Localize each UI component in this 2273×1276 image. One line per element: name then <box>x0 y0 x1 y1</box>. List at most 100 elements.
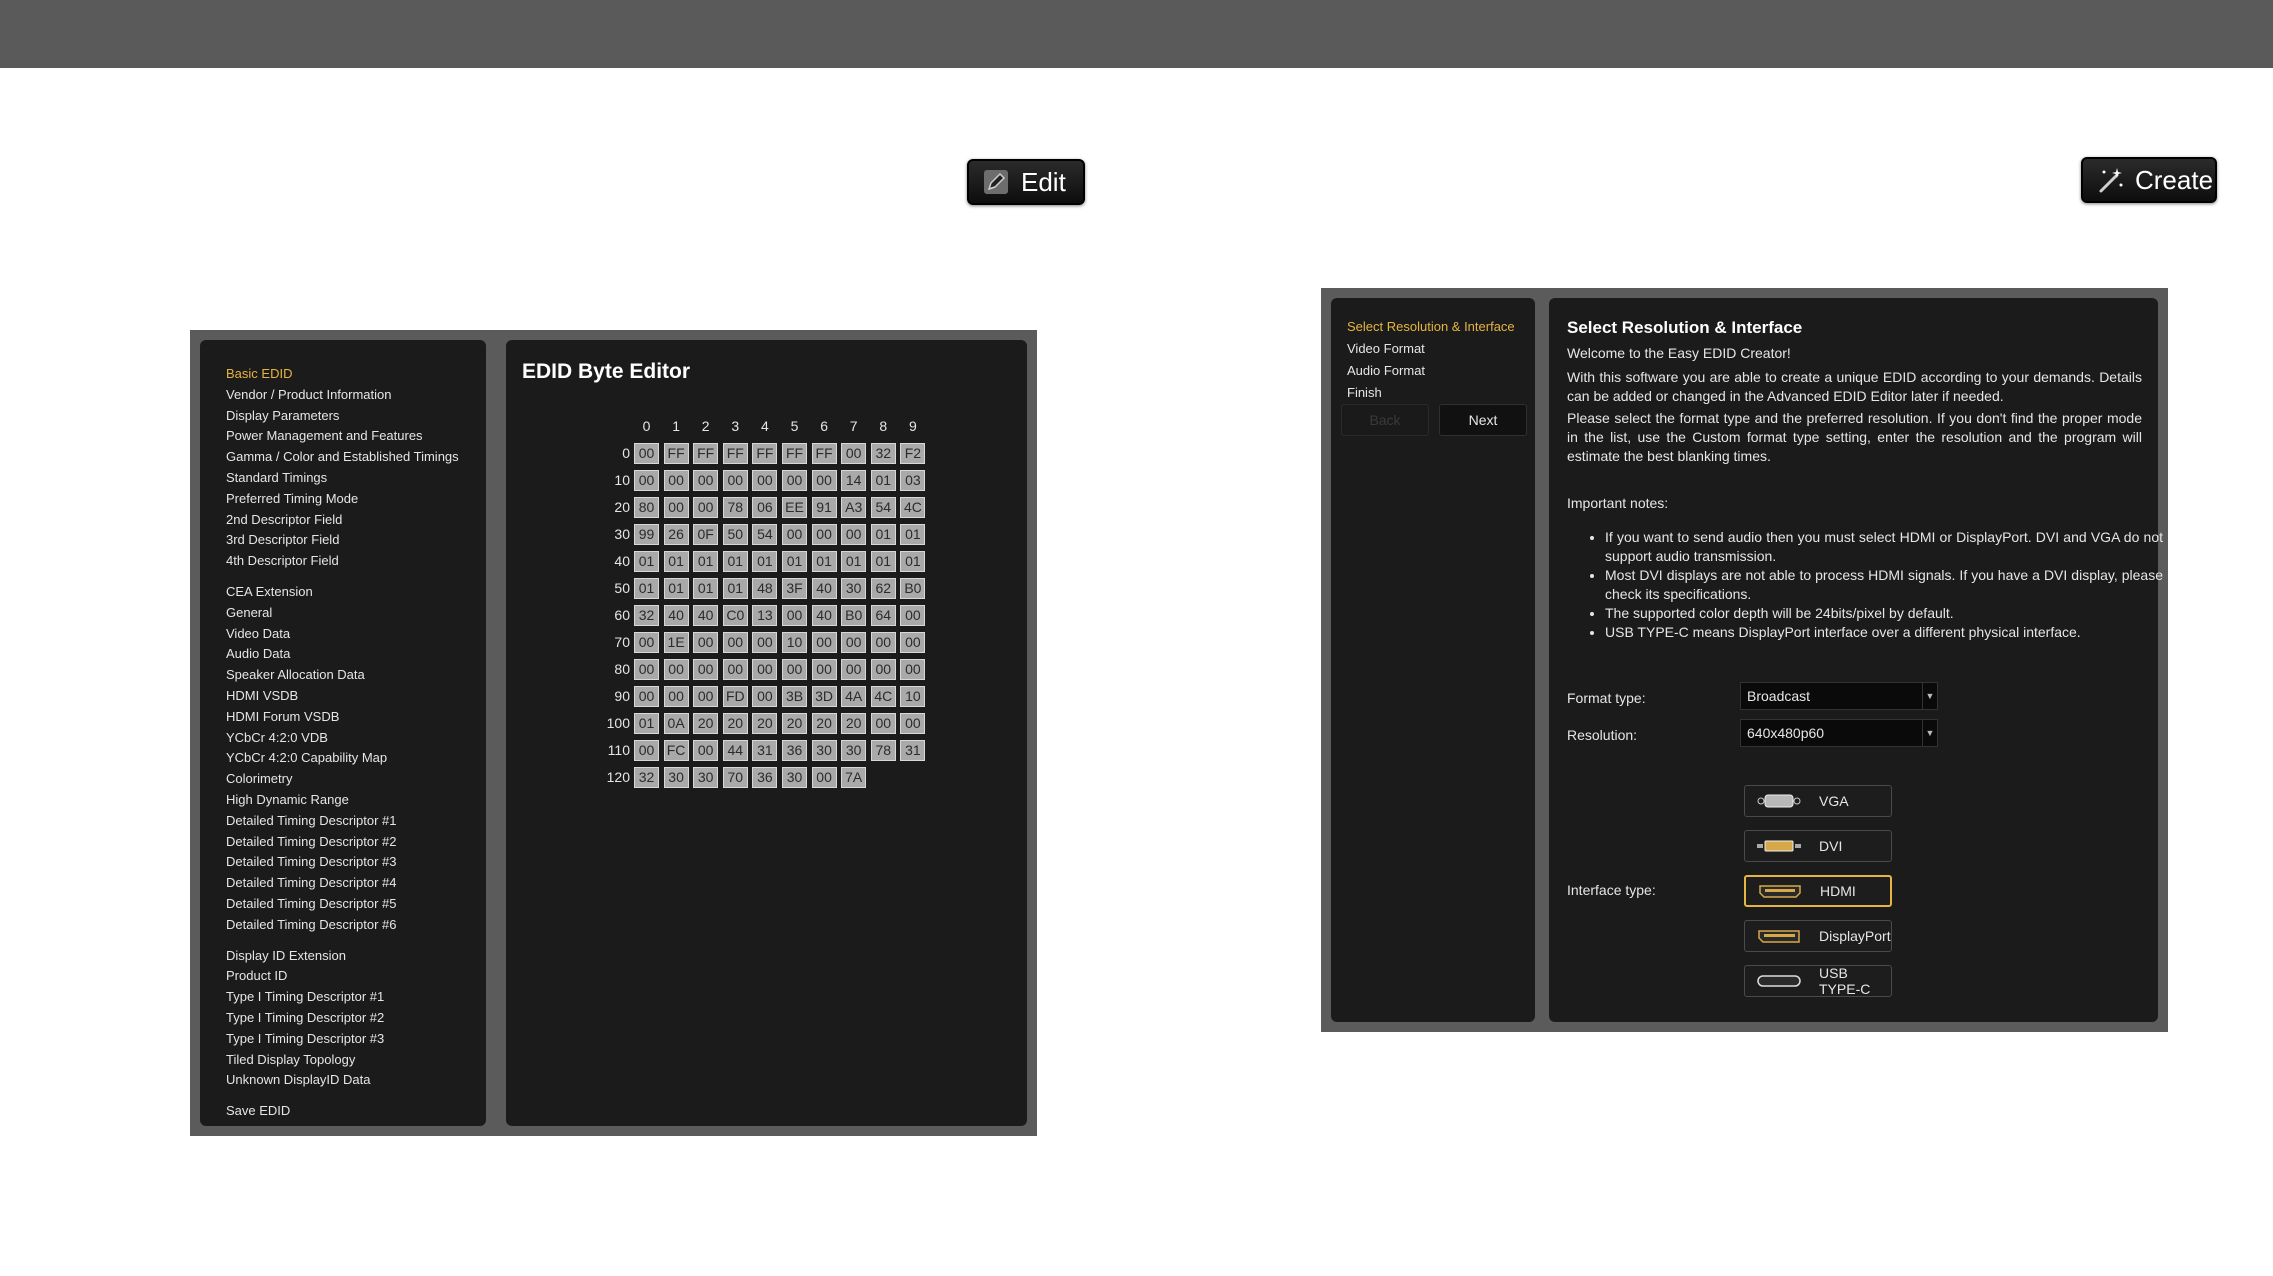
edit-button[interactable]: Edit <box>967 159 1085 205</box>
byte-cell[interactable]: 7A <box>841 767 867 788</box>
byte-cell[interactable]: 32 <box>634 767 659 788</box>
byte-cell[interactable]: C0 <box>722 605 748 626</box>
byte-cell[interactable]: 1E <box>663 632 689 653</box>
byte-cell[interactable]: 01 <box>693 551 719 572</box>
nav-item[interactable]: Gamma / Color and Established Timings <box>226 447 459 468</box>
byte-cell[interactable]: FF <box>663 443 689 464</box>
wizard-step[interactable]: Video Format <box>1347 338 1515 360</box>
create-button[interactable]: Create <box>2081 157 2217 203</box>
byte-cell[interactable]: FF <box>722 443 748 464</box>
byte-cell[interactable]: 00 <box>634 443 659 464</box>
byte-cell[interactable]: 01 <box>782 551 807 572</box>
byte-cell[interactable]: 00 <box>811 659 837 680</box>
byte-cell[interactable]: 00 <box>752 632 778 653</box>
byte-cell[interactable]: 01 <box>900 551 926 572</box>
byte-cell[interactable]: 00 <box>693 659 719 680</box>
nav-item[interactable]: Type I Timing Descriptor #3 <box>226 1029 459 1050</box>
byte-cell[interactable]: 40 <box>693 605 719 626</box>
byte-cell[interactable]: 00 <box>900 713 926 734</box>
byte-cell[interactable]: EE <box>782 497 807 518</box>
nav-item[interactable]: Colorimetry <box>226 769 459 790</box>
byte-cell[interactable]: 4C <box>900 497 926 518</box>
nav-item[interactable]: Speaker Allocation Data <box>226 665 459 686</box>
nav-item[interactable]: Video Data <box>226 624 459 645</box>
byte-cell[interactable]: 36 <box>782 740 807 761</box>
byte-cell[interactable]: 70 <box>722 767 748 788</box>
byte-cell[interactable]: 01 <box>870 524 896 545</box>
byte-cell[interactable]: 00 <box>900 659 926 680</box>
byte-cell[interactable]: 00 <box>870 659 896 680</box>
byte-cell[interactable]: 32 <box>634 605 659 626</box>
format-type-select[interactable]: Broadcast ▼ <box>1740 682 1938 710</box>
byte-cell[interactable]: FF <box>752 443 778 464</box>
byte-cell[interactable]: 31 <box>900 740 926 761</box>
byte-cell[interactable]: 03 <box>900 470 926 491</box>
nav-item[interactable]: Audio Data <box>226 644 459 665</box>
byte-cell[interactable]: 00 <box>811 632 837 653</box>
byte-cell[interactable]: 4A <box>841 686 867 707</box>
nav-item[interactable]: Type I Timing Descriptor #1 <box>226 987 459 1008</box>
nav-item[interactable]: YCbCr 4:2:0 Capability Map <box>226 748 459 769</box>
byte-cell[interactable]: 44 <box>722 740 748 761</box>
byte-cell[interactable]: 20 <box>811 713 837 734</box>
nav-item[interactable]: Detailed Timing Descriptor #6 <box>226 915 459 936</box>
nav-item[interactable]: Preferred Timing Mode <box>226 489 459 510</box>
byte-cell[interactable]: 00 <box>782 470 807 491</box>
byte-cell[interactable]: 00 <box>811 767 837 788</box>
interface-button[interactable]: DVI <box>1744 830 1892 862</box>
nav-item[interactable]: Display Parameters <box>226 406 459 427</box>
byte-cell[interactable]: 01 <box>870 551 896 572</box>
byte-cell[interactable]: 78 <box>722 497 748 518</box>
nav-item[interactable]: Detailed Timing Descriptor #3 <box>226 852 459 873</box>
wizard-step[interactable]: Finish <box>1347 382 1515 404</box>
byte-cell[interactable]: 00 <box>870 713 896 734</box>
byte-cell[interactable]: 00 <box>722 659 748 680</box>
byte-cell[interactable]: 00 <box>870 632 896 653</box>
nav-item[interactable]: General <box>226 603 459 624</box>
byte-cell[interactable]: 00 <box>900 632 926 653</box>
byte-cell[interactable]: 48 <box>752 578 778 599</box>
byte-cell[interactable]: 00 <box>811 470 837 491</box>
byte-cell[interactable]: FF <box>782 443 807 464</box>
byte-cell[interactable]: 30 <box>811 740 837 761</box>
byte-cell[interactable]: 78 <box>870 740 896 761</box>
byte-cell[interactable]: FD <box>722 686 748 707</box>
nav-item[interactable]: Basic EDID <box>226 364 459 385</box>
byte-cell[interactable]: 00 <box>693 470 719 491</box>
byte-cell[interactable]: 06 <box>752 497 778 518</box>
byte-cell[interactable]: 13 <box>752 605 778 626</box>
nav-item[interactable]: Unknown DisplayID Data <box>226 1070 459 1091</box>
byte-cell[interactable]: 00 <box>663 470 689 491</box>
byte-cell[interactable]: 00 <box>782 659 807 680</box>
nav-item[interactable]: 3rd Descriptor Field <box>226 530 459 551</box>
byte-cell[interactable]: F2 <box>900 443 926 464</box>
byte-cell[interactable]: 01 <box>722 551 748 572</box>
byte-cell[interactable]: 00 <box>782 524 807 545</box>
nav-item[interactable]: 4th Descriptor Field <box>226 551 459 572</box>
byte-cell[interactable]: 01 <box>811 551 837 572</box>
nav-item[interactable]: Type I Timing Descriptor #2 <box>226 1008 459 1029</box>
byte-cell[interactable]: 01 <box>693 578 719 599</box>
byte-cell[interactable]: 36 <box>752 767 778 788</box>
next-button[interactable]: Next <box>1439 404 1527 436</box>
byte-cell[interactable]: 00 <box>663 659 689 680</box>
byte-cell[interactable]: 00 <box>693 686 719 707</box>
byte-cell[interactable]: 00 <box>634 686 659 707</box>
byte-cell[interactable]: 0F <box>693 524 719 545</box>
nav-item[interactable]: Vendor / Product Information <box>226 385 459 406</box>
byte-cell[interactable]: 30 <box>782 767 807 788</box>
byte-cell[interactable]: 01 <box>663 578 689 599</box>
byte-cell[interactable]: 00 <box>782 605 807 626</box>
byte-cell[interactable]: 4C <box>870 686 896 707</box>
byte-cell[interactable]: 00 <box>663 686 689 707</box>
byte-cell[interactable]: 20 <box>752 713 778 734</box>
byte-cell[interactable]: 00 <box>634 659 659 680</box>
byte-cell[interactable]: 91 <box>811 497 837 518</box>
byte-cell[interactable]: 00 <box>752 659 778 680</box>
byte-cell[interactable]: 64 <box>870 605 896 626</box>
byte-cell[interactable]: 00 <box>634 470 659 491</box>
nav-item[interactable]: HDMI VSDB <box>226 686 459 707</box>
wizard-step[interactable]: Select Resolution & Interface <box>1347 316 1515 338</box>
byte-cell[interactable]: 10 <box>900 686 926 707</box>
nav-item[interactable]: Power Management and Features <box>226 426 459 447</box>
